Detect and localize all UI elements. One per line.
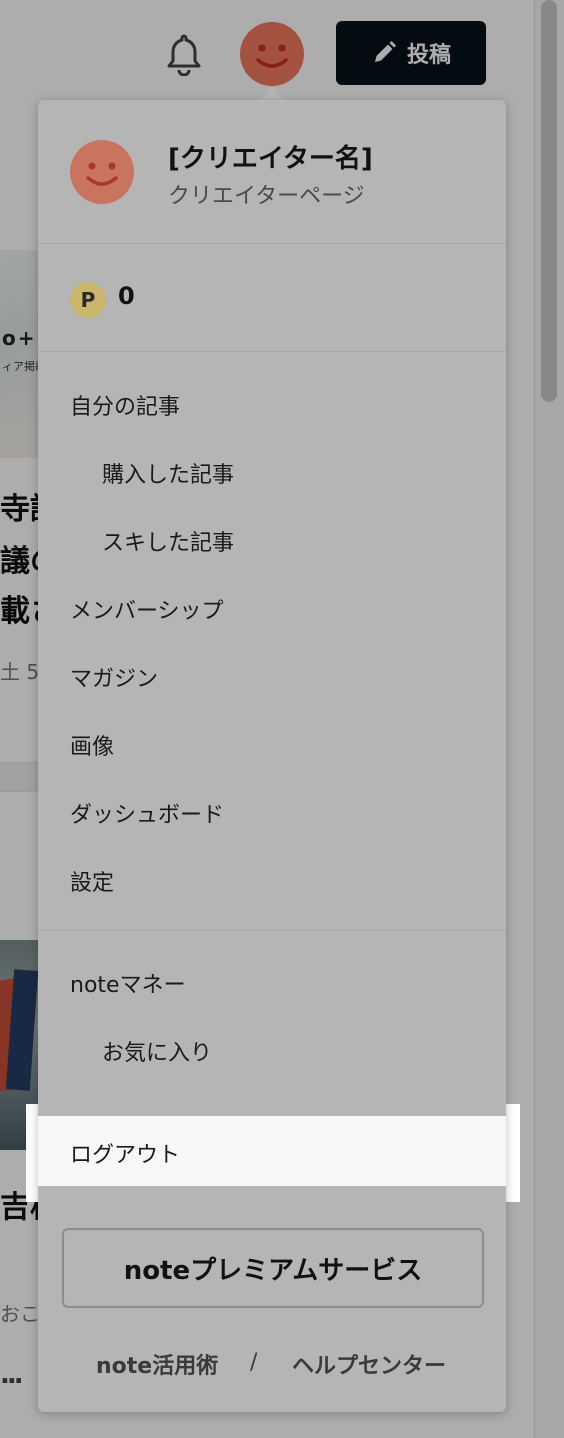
points-icon: P	[70, 282, 106, 318]
menu-item-logout[interactable]: ログアウト	[70, 1137, 180, 1169]
points-value[interactable]: 0	[118, 282, 135, 310]
menu-item-liked-articles[interactable]: スキした記事	[102, 525, 234, 557]
menu-item-settings[interactable]: 設定	[70, 865, 114, 897]
note-tips-link[interactable]: note活用術	[96, 1348, 218, 1380]
help-center-link[interactable]: ヘルプセンター	[292, 1348, 446, 1380]
smiley-face-icon	[86, 162, 118, 186]
menu-item-purchased-articles[interactable]: 購入した記事	[102, 457, 234, 489]
footer-separator: /	[250, 1350, 258, 1375]
menu-divider	[38, 243, 506, 244]
menu-item-images[interactable]: 画像	[70, 729, 114, 761]
creator-avatar[interactable]	[70, 140, 134, 204]
menu-item-my-articles[interactable]: 自分の記事	[70, 389, 180, 421]
menu-divider	[38, 930, 506, 931]
menu-divider	[38, 351, 506, 352]
menu-item-note-money[interactable]: noteマネー	[70, 967, 186, 999]
menu-item-membership[interactable]: メンバーシップ	[70, 593, 224, 625]
account-dropdown-menu: [クリエイター名] クリエイターページ P 0 自分の記事 購入した記事 スキし…	[38, 100, 506, 1412]
menu-item-dashboard[interactable]: ダッシュボード	[70, 797, 224, 829]
menu-item-magazine[interactable]: マガジン	[70, 661, 158, 693]
creator-name[interactable]: [クリエイター名]	[168, 138, 373, 175]
menu-item-favorites[interactable]: お気に入り	[102, 1035, 212, 1067]
creator-page-link[interactable]: クリエイターページ	[168, 178, 365, 210]
premium-service-button[interactable]: noteプレミアムサービス	[62, 1228, 484, 1308]
